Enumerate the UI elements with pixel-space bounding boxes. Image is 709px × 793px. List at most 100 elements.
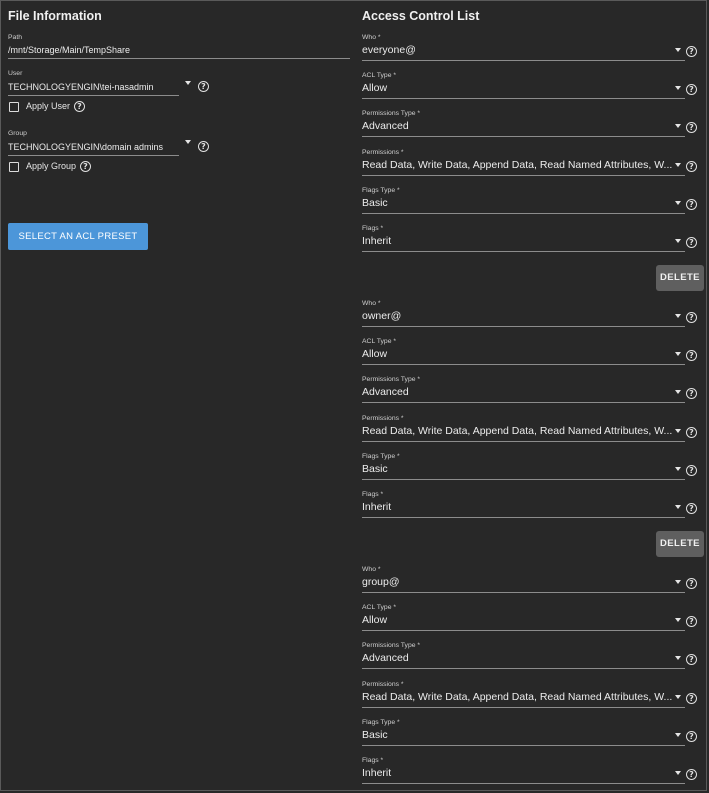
- acl-1-permissions-select[interactable]: Permissions * Read Data, Write Data, Appe…: [362, 149, 701, 185]
- chevron-down-icon[interactable]: [675, 467, 681, 471]
- acl-3-acl-type-select[interactable]: ACL Type * Allow?: [362, 604, 701, 640]
- help-icon[interactable]: ?: [686, 122, 697, 133]
- field-underline: [362, 60, 685, 61]
- field-underline: [362, 251, 685, 252]
- permissions-type-value: Advanced: [362, 652, 409, 664]
- group-select[interactable]: Group TECHNOLOGYENGIN\domain admins: [8, 130, 180, 156]
- acl-1-delete-button[interactable]: DELETE: [656, 265, 704, 291]
- help-icon[interactable]: ?: [686, 161, 697, 172]
- acl-2-permissions-select[interactable]: Permissions * Read Data, Write Data, Appe…: [362, 415, 701, 451]
- chevron-down-icon[interactable]: [675, 239, 681, 243]
- chevron-down-icon[interactable]: [675, 48, 681, 52]
- acl-type-label: ACL Type *: [362, 338, 397, 345]
- chevron-down-icon[interactable]: [675, 390, 681, 394]
- chevron-down-icon[interactable]: [675, 429, 681, 433]
- chevron-down-icon[interactable]: [675, 352, 681, 356]
- path-value: /mnt/Storage/Main/TempShare: [8, 45, 131, 55]
- permissions-type-label: Permissions Type *: [362, 110, 421, 117]
- chevron-down-icon[interactable]: [675, 505, 681, 509]
- help-icon[interactable]: ?: [686, 388, 697, 399]
- help-icon[interactable]: ?: [686, 465, 697, 476]
- permissions-type-value: Advanced: [362, 120, 409, 132]
- chevron-down-icon[interactable]: [675, 618, 681, 622]
- help-icon[interactable]: ?: [686, 84, 697, 95]
- acl-1-flags-select[interactable]: Flags * Inherit?: [362, 225, 701, 261]
- acl-1-permissions-type-select[interactable]: Permissions Type * Advanced?: [362, 110, 701, 146]
- acl-2-acl-type-select[interactable]: ACL Type * Allow?: [362, 338, 701, 374]
- file-information-title: File Information: [8, 9, 102, 23]
- who-value: owner@: [362, 310, 402, 322]
- help-icon[interactable]: ?: [686, 46, 697, 57]
- help-icon[interactable]: ?: [686, 312, 697, 323]
- group-label: Group: [8, 130, 27, 137]
- acl-2-delete-button[interactable]: DELETE: [656, 531, 704, 557]
- field-underline: [362, 402, 685, 403]
- field-underline: [362, 630, 685, 631]
- permissions-type-label: Permissions Type *: [362, 642, 421, 649]
- help-icon[interactable]: ?: [686, 731, 697, 742]
- chevron-down-icon[interactable]: [675, 733, 681, 737]
- acl-3-flags-type-select[interactable]: Flags Type * Basic?: [362, 719, 701, 755]
- acl-2-flags-type-select[interactable]: Flags Type * Basic?: [362, 453, 701, 489]
- permissions-label: Permissions *: [362, 681, 404, 688]
- who-label: Who *: [362, 300, 381, 307]
- field-underline: [362, 479, 685, 480]
- chevron-down-icon[interactable]: [675, 86, 681, 90]
- flags-type-value: Basic: [362, 197, 388, 209]
- select-acl-preset-button[interactable]: SELECT AN ACL PRESET: [8, 223, 148, 250]
- field-underline: [362, 783, 685, 784]
- flags-type-label: Flags Type *: [362, 719, 400, 726]
- acl-2-who-select[interactable]: Who * owner@?: [362, 300, 701, 336]
- chevron-down-icon[interactable]: [675, 124, 681, 128]
- acl-3-who-select[interactable]: Who * group@?: [362, 566, 701, 602]
- apply-user-label: Apply User: [26, 101, 71, 111]
- acl-2-flags-select[interactable]: Flags * Inherit?: [362, 491, 701, 527]
- acl-3-permissions-select[interactable]: Permissions * Read Data, Write Data, Appe…: [362, 681, 701, 717]
- apply-group-checkbox[interactable]: [9, 162, 19, 172]
- user-label: User: [8, 70, 23, 77]
- flags-value: Inherit: [362, 501, 392, 513]
- path-field[interactable]: Path /mnt/Storage/Main/TempShare: [8, 34, 350, 60]
- acl-type-value: Allow: [362, 348, 388, 360]
- access-control-list-title: Access Control List: [362, 9, 480, 23]
- help-icon[interactable]: ?: [686, 237, 697, 248]
- acl-2-permissions-type-select[interactable]: Permissions Type * Advanced?: [362, 376, 701, 412]
- help-icon[interactable]: ?: [686, 769, 697, 780]
- user-help-icon[interactable]: ?: [198, 81, 209, 92]
- group-chevron-down-icon[interactable]: [185, 140, 191, 144]
- acl-3-flags-select[interactable]: Flags * Inherit?: [362, 757, 701, 793]
- field-underline: [362, 592, 685, 593]
- apply-user-checkbox[interactable]: [9, 102, 19, 112]
- help-icon[interactable]: ?: [686, 578, 697, 589]
- apply-group-help-icon[interactable]: ?: [80, 161, 91, 172]
- user-select[interactable]: User TECHNOLOGYENGIN\tei-nasadmin: [8, 70, 180, 96]
- permissions-label: Permissions *: [362, 149, 404, 156]
- chevron-down-icon[interactable]: [675, 771, 681, 775]
- acl-1-who-select[interactable]: Who * everyone@?: [362, 34, 701, 70]
- acl-1-acl-type-select[interactable]: ACL Type * Allow?: [362, 72, 701, 108]
- help-icon[interactable]: ?: [686, 693, 697, 704]
- permissions-type-label: Permissions Type *: [362, 376, 421, 383]
- chevron-down-icon[interactable]: [675, 201, 681, 205]
- chevron-down-icon[interactable]: [675, 163, 681, 167]
- user-chevron-down-icon[interactable]: [185, 81, 191, 85]
- apply-user-help-icon[interactable]: ?: [74, 101, 85, 112]
- help-icon[interactable]: ?: [686, 654, 697, 665]
- acl-type-value: Allow: [362, 82, 388, 94]
- acl-type-label: ACL Type *: [362, 604, 397, 611]
- chevron-down-icon[interactable]: [675, 656, 681, 660]
- acl-type-label: ACL Type *: [362, 72, 397, 79]
- acl-3-permissions-type-select[interactable]: Permissions Type * Advanced?: [362, 642, 701, 678]
- help-icon[interactable]: ?: [686, 616, 697, 627]
- help-icon[interactable]: ?: [686, 199, 697, 210]
- help-icon[interactable]: ?: [686, 427, 697, 438]
- help-icon[interactable]: ?: [686, 350, 697, 361]
- acl-1-flags-type-select[interactable]: Flags Type * Basic?: [362, 187, 701, 223]
- chevron-down-icon[interactable]: [675, 695, 681, 699]
- help-icon[interactable]: ?: [686, 503, 697, 514]
- group-help-icon[interactable]: ?: [198, 141, 209, 152]
- path-label: Path: [8, 34, 22, 41]
- chevron-down-icon[interactable]: [675, 580, 681, 584]
- who-label: Who *: [362, 566, 381, 573]
- chevron-down-icon[interactable]: [675, 314, 681, 318]
